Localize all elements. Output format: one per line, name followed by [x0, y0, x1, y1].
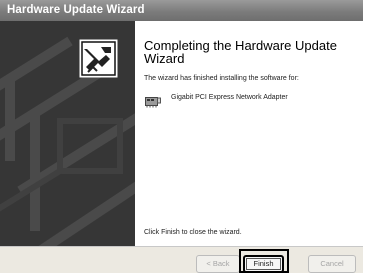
wizard-window: Hardware Update Wizard Completing the Ha…	[0, 0, 363, 273]
finish-highlight-box	[239, 249, 289, 273]
network-adapter-icon	[145, 95, 161, 108]
finished-description: The wizard has finished installing the s…	[144, 75, 299, 82]
wizard-side-panel	[0, 21, 135, 246]
device-name: Gigabit PCI Express Network Adapter	[171, 94, 288, 101]
back-button[interactable]: < Back	[196, 255, 240, 273]
hardware-wizard-icon	[79, 39, 118, 78]
button-bar: < Back Finish Cancel	[0, 246, 363, 273]
close-instruction: Click Finish to close the wizard.	[144, 229, 242, 236]
page-title: Completing the Hardware Update Wizard	[144, 38, 337, 66]
window-title: Hardware Update Wizard	[7, 4, 145, 16]
wizard-content: Completing the Hardware Update Wizard Th…	[135, 21, 363, 246]
cancel-button[interactable]: Cancel	[308, 255, 356, 273]
title-bar[interactable]: Hardware Update Wizard	[0, 0, 363, 21]
